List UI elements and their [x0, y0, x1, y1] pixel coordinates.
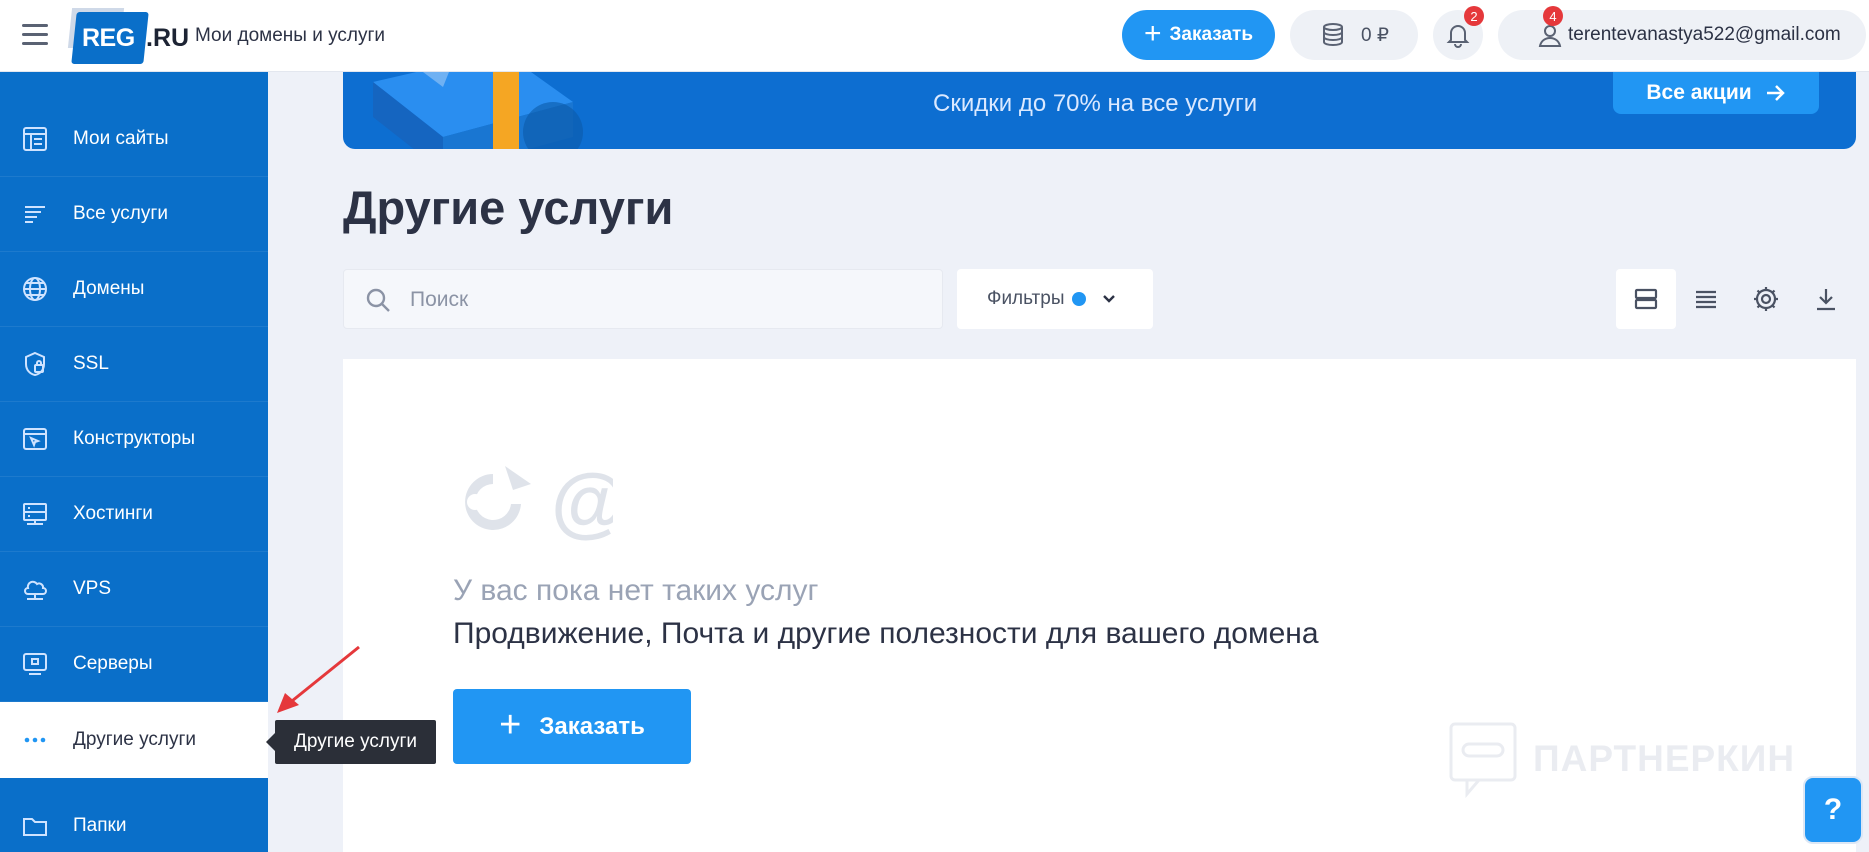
cards-view-icon — [1634, 288, 1658, 310]
sidebar-item-label: VPS — [73, 578, 112, 599]
sidebar-item-folders[interactable]: Папки — [0, 789, 268, 852]
order-button-label: Заказать — [1169, 24, 1254, 45]
builder-icon — [20, 424, 50, 454]
arrow-right-icon — [1766, 85, 1785, 101]
promo-banner[interactable]: Скидки до 70% на все услуги Все акции — [343, 72, 1856, 149]
search-icon — [366, 288, 390, 312]
order-button-main[interactable]: + Заказать — [453, 689, 691, 764]
help-button[interactable]: ? — [1803, 776, 1863, 844]
annotation-arrow-icon — [277, 645, 360, 713]
notifications-badge: 2 — [1464, 6, 1484, 26]
view-cards-button[interactable] — [1616, 269, 1676, 329]
empty-state-description: Продвижение, Почта и другие полезности д… — [453, 617, 1319, 650]
user-badge: 4 — [1543, 6, 1563, 26]
server-icon — [20, 649, 50, 679]
user-menu[interactable]: 4 terentevanastya522@gmail.com — [1498, 6, 1866, 60]
settings-button[interactable] — [1736, 269, 1796, 329]
sites-icon — [20, 124, 50, 154]
sidebar-item-other-services[interactable]: Другие услуги — [0, 702, 268, 778]
balance-amount: 0 ₽ — [1361, 24, 1389, 46]
sidebar-item-ssl[interactable]: SSL — [0, 327, 268, 402]
plus-icon: + — [499, 703, 522, 746]
page-title: Другие услуги — [343, 181, 674, 234]
user-email: terentevanastya522@gmail.com — [1568, 24, 1841, 45]
folder-icon — [20, 811, 50, 841]
all-promos-label: Все акции — [1646, 81, 1752, 104]
svg-text:@: @ — [551, 464, 613, 544]
globe-icon — [20, 274, 50, 304]
sidebar-item-label: Мои сайты — [73, 128, 169, 149]
logo-text-suffix: .RU — [146, 24, 190, 52]
sidebar-item-hosting[interactable]: Хостинги — [0, 477, 268, 552]
top-bar: REG .RU Мои домены и услуги + Заказать 0… — [0, 0, 1869, 72]
header-subtitle: Мои домены и услуги — [195, 25, 386, 46]
sidebar-item-all-services[interactable]: Все услуги — [0, 177, 268, 252]
list-view-icon — [1696, 290, 1716, 309]
empty-state-icons: @ — [453, 457, 627, 549]
coins-icon — [1323, 23, 1344, 47]
sidebar-item-servers[interactable]: Серверы — [0, 627, 268, 702]
shield-lock-icon — [20, 349, 50, 379]
sidebar-item-label: Все услуги — [73, 203, 168, 224]
sidebar-item-my-sites[interactable]: Мои сайты — [0, 102, 268, 177]
sidebar-item-label: Другие услуги — [73, 728, 197, 750]
banner-subtitle: Скидки до 70% на все услуги — [933, 90, 1258, 117]
sidebar-item-label: Серверы — [73, 653, 153, 674]
tooltip: Другие услуги — [266, 720, 436, 764]
view-list-button[interactable] — [1676, 269, 1736, 329]
all-promos-button[interactable]: Все акции — [1613, 72, 1819, 114]
sidebar-item-label: SSL — [73, 353, 109, 374]
gift-illustration-icon — [373, 72, 583, 149]
search-box[interactable] — [343, 269, 943, 329]
chevron-down-icon — [1103, 295, 1116, 303]
search-input[interactable] — [410, 282, 910, 318]
sidebar-item-label: Хостинги — [73, 503, 153, 524]
user-icon — [1538, 25, 1562, 47]
download-button[interactable] — [1796, 269, 1856, 329]
sidebar-item-vps[interactable]: VPS — [0, 552, 268, 627]
logo-text: REG — [82, 24, 135, 52]
watermark-text: ПАРТНЕРКИН — [1533, 738, 1796, 779]
sidebar: Мои сайты Все услуги Домены SSL Конструк… — [0, 72, 268, 852]
balance-button[interactable]: 0 ₽ — [1290, 10, 1418, 60]
plus-icon: + — [1143, 16, 1162, 50]
hosting-icon — [20, 499, 50, 529]
vps-icon — [20, 574, 50, 604]
filters-button[interactable]: Фильтры — [957, 269, 1153, 329]
sidebar-item-label: Конструкторы — [73, 428, 195, 449]
menu-burger-icon[interactable] — [22, 24, 48, 46]
promotion-icon: @ — [465, 457, 627, 545]
order-button-top[interactable]: + Заказать — [1122, 10, 1275, 60]
watermark: ПАРТНЕРКИН — [1447, 720, 1795, 798]
filters-active-dot — [1072, 292, 1087, 306]
sidebar-item-label: Домены — [73, 278, 145, 299]
gear-icon — [1754, 287, 1778, 311]
logo[interactable]: REG .RU — [67, 8, 190, 64]
more-dots-icon — [20, 725, 50, 755]
filters-label: Фильтры — [987, 288, 1065, 309]
notifications-button[interactable]: 2 — [1433, 6, 1484, 60]
sidebar-item-label: Папки — [73, 815, 127, 836]
watermark-logo-icon — [1449, 722, 1517, 798]
empty-state-title: У вас пока нет таких услуг — [453, 574, 819, 607]
sidebar-item-builders[interactable]: Конструкторы — [0, 402, 268, 477]
order-button-label: Заказать — [539, 712, 645, 740]
sidebar-item-domains[interactable]: Домены — [0, 252, 268, 327]
list-icon — [20, 199, 50, 229]
download-icon — [1817, 289, 1835, 311]
bell-icon — [1446, 25, 1470, 48]
